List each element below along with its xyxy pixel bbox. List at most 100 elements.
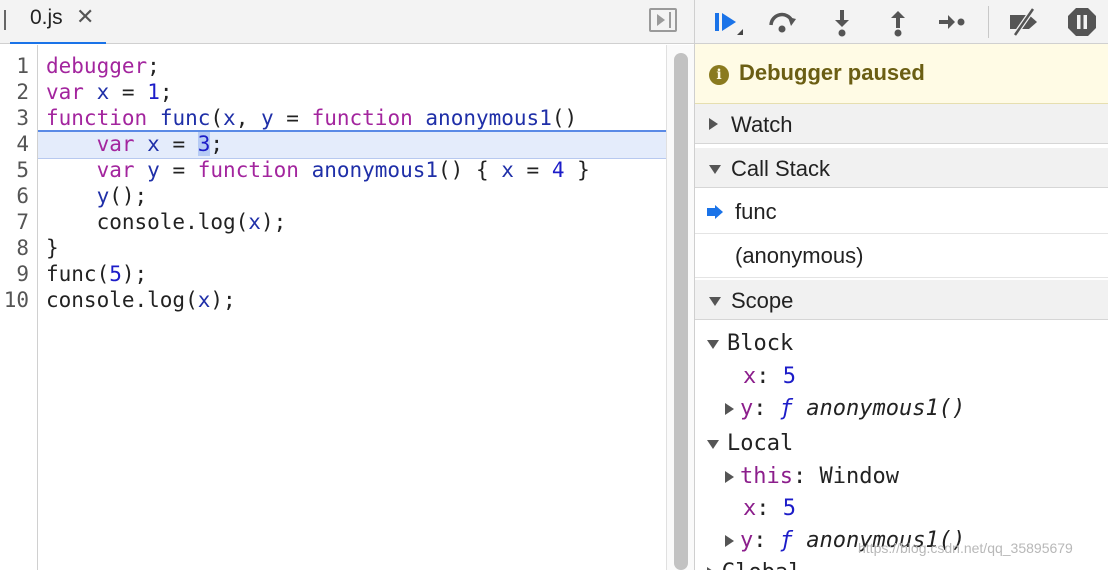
line-number[interactable]: 2 [0,79,29,105]
pause-on-exceptions-icon[interactable] [1065,5,1099,39]
code-token: 3 [197,132,211,156]
scope-global-header[interactable]: Global [707,558,801,570]
line-number[interactable]: 6 [0,183,29,209]
chevron-right-icon[interactable] [725,471,734,483]
code-token: = [513,158,552,182]
code-token: console.log( [46,210,249,234]
tab-label: 0.js [30,6,63,29]
line-number[interactable]: 4 [0,131,29,157]
code-token: () [551,106,578,130]
code-token: anonymous1 [425,106,552,130]
chevron-right-icon[interactable] [725,403,734,415]
line-number[interactable]: 5 [0,157,29,183]
code-token: ; [210,132,224,156]
vertical-scrollbar[interactable] [666,45,694,570]
toggle-sidebar-icon[interactable] [649,8,677,32]
call-frame-anonymous[interactable]: (anonymous) [695,234,1108,278]
code-token: x [96,80,110,104]
code-token: ); [260,210,287,234]
chevron-right-icon[interactable] [725,535,734,547]
code-token: var [96,132,135,156]
code-token: x [248,210,261,234]
code-token: function [311,106,413,130]
scope-block-label: Block [727,331,794,356]
scope-section-header[interactable]: Scope [695,280,1108,320]
property-value: 5 [782,364,796,389]
code-token: , [235,106,261,130]
code-token: 4 [551,158,565,182]
code-token: = [159,132,198,156]
call-frame-label: func [735,199,777,224]
line-number[interactable]: 9 [0,261,29,287]
code-line[interactable]: func(5); [46,261,147,287]
function-marker: ƒ [779,396,793,421]
code-token: x [223,106,236,130]
deactivate-breakpoints-icon[interactable] [1007,5,1041,39]
debugger-sidebar: i Debugger paused Watch Call Stack func … [694,0,1108,570]
code-line[interactable]: var x = 3; [46,131,223,157]
line-number[interactable]: 7 [0,209,29,235]
step-out-icon[interactable] [881,5,915,39]
code-token: func( [46,262,110,286]
step-icon[interactable] [935,5,969,39]
code-line[interactable]: console.log(x); [46,287,236,313]
property-name: x [743,364,757,389]
step-over-icon[interactable] [765,5,799,39]
toggle-sidebar-arrow [657,14,665,26]
code-line[interactable]: console.log(x); [46,209,287,235]
watermark: https://blog.csdn.net/qq_35895679 [858,540,1073,556]
code-token: var [96,158,135,182]
call-frame-func[interactable]: func [695,190,1108,234]
code-line[interactable]: var x = 1; [46,79,173,105]
code-token: y [147,158,160,182]
scope-local-header[interactable]: Local [707,429,793,459]
code-token: } [46,236,59,260]
scope-block-x[interactable]: x: 5 [743,362,796,392]
tab-0-js[interactable]: 0.js ✕ [10,0,106,44]
call-stack-section-label: Call Stack [731,156,831,181]
watch-section-label: Watch [731,112,793,137]
code-token: ( [210,106,224,130]
code-token: 5 [109,262,122,286]
navigator-toggle-edge[interactable] [4,10,6,30]
code-token: y [261,106,274,130]
call-stack-section-header[interactable]: Call Stack [695,148,1108,188]
code-token: function [197,158,299,182]
code-token: x [197,288,211,312]
scope-section-label: Scope [731,288,794,313]
line-number[interactable]: 10 [0,287,29,313]
watch-section-header[interactable]: Watch [695,104,1108,144]
code-token: y [96,184,110,208]
code-line[interactable]: var y = function anonymous1() { x = 4 } [46,157,590,183]
chevron-down-icon [709,297,721,306]
resume-icon[interactable] [709,5,743,39]
line-number[interactable]: 3 [0,105,29,131]
code-line[interactable]: } [46,235,59,261]
line-number-gutter[interactable]: 1 2 3 4 5 6 7 8 9 10 [0,45,38,570]
code-token: () { [438,158,502,182]
scope-block-y[interactable]: y: ƒ anonymous1() [725,394,965,424]
scope-block-header[interactable]: Block [707,329,793,359]
property-value: Window [819,464,899,489]
close-icon[interactable]: ✕ [76,4,94,30]
code-area[interactable]: debugger; var x = 1; function func(x, y = … [38,45,666,570]
code-line[interactable]: debugger; [46,53,160,79]
step-into-icon[interactable] [825,5,859,39]
source-editor-pane: 0.js ✕ 1 2 3 4 5 6 7 8 9 10 debugger; var x = 1; fu… [0,0,694,570]
code-line[interactable]: function func(x, y = function anonymous1… [46,105,577,131]
scope-local-x[interactable]: x: 5 [743,494,796,524]
scrollbar-thumb[interactable] [674,53,688,570]
code-line[interactable]: y(); [46,183,148,209]
code-token: (); [109,184,148,208]
code-token: anonymous1 [311,158,439,182]
function-marker: ƒ [779,528,793,553]
line-number[interactable]: 8 [0,235,29,261]
scope-local-this[interactable]: this: Window [725,462,899,492]
line-number[interactable]: 1 [0,53,29,79]
